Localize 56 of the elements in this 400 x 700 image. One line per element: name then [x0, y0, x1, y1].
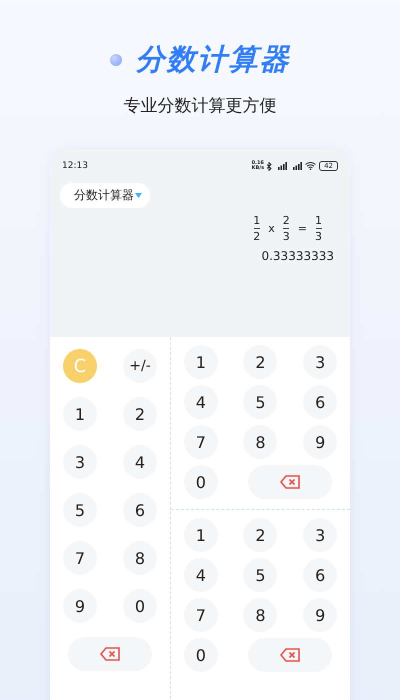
key-button[interactable]: 5 — [243, 385, 278, 419]
numerator: 2 — [282, 214, 290, 227]
key-button[interactable]: 7 — [63, 541, 97, 575]
key-button[interactable]: 6 — [123, 493, 157, 527]
backspace-button[interactable] — [248, 638, 332, 672]
headline: 分数计算器 — [136, 41, 290, 78]
key-button[interactable]: 3 — [63, 445, 97, 479]
key-button[interactable]: 0 — [184, 465, 218, 499]
key-button[interactable]: 9 — [63, 589, 97, 623]
backspace-button[interactable] — [68, 637, 152, 671]
operator: x — [268, 222, 275, 235]
backspace-button[interactable] — [248, 465, 332, 499]
key-button[interactable]: 4 — [184, 385, 218, 419]
mode-dropdown[interactable]: 分数计算器 — [60, 183, 150, 208]
key-button[interactable]: 1 — [184, 345, 218, 379]
backspace-icon — [280, 648, 300, 662]
key-button[interactable]: 5 — [63, 493, 97, 527]
key-button[interactable]: 2 — [243, 345, 278, 379]
key-button[interactable]: 7 — [184, 598, 218, 632]
key-button[interactable]: 6 — [303, 558, 338, 592]
numerator: 1 — [315, 214, 322, 227]
decimal-result: 0.33333333 — [261, 249, 334, 263]
key-button[interactable]: 0 — [184, 638, 218, 672]
operator: = — [298, 222, 307, 235]
subtitle: 专业分数计算更方便 — [124, 95, 276, 117]
bluetooth-icon — [267, 162, 272, 170]
backspace-icon — [100, 647, 120, 661]
key-button[interactable]: 6 — [303, 385, 338, 419]
key-button[interactable]: 1 — [184, 518, 218, 552]
key-button[interactable]: 3 — [303, 518, 338, 552]
signal-icon — [275, 162, 288, 170]
key-button[interactable]: +/- — [123, 349, 157, 383]
status-time: 12:13 — [62, 161, 88, 171]
key-button[interactable]: 0 — [123, 589, 157, 623]
key-button[interactable]: 2 — [123, 397, 157, 431]
wifi-icon — [305, 162, 316, 170]
key-button[interactable]: 8 — [123, 541, 157, 575]
signal-icon — [290, 162, 302, 170]
denominator: 3 — [315, 230, 322, 243]
key-button[interactable]: 5 — [243, 558, 278, 592]
key-button[interactable]: 9 — [303, 425, 338, 459]
denominator: 3 — [282, 230, 290, 243]
key-button[interactable]: 9 — [303, 598, 338, 632]
key-button[interactable]: 7 — [184, 425, 218, 459]
key-button[interactable]: 1 — [63, 397, 97, 431]
key-button[interactable]: 4 — [123, 445, 157, 479]
key-button[interactable]: 8 — [243, 425, 278, 459]
key-button[interactable]: 2 — [243, 518, 278, 552]
backspace-icon — [280, 475, 300, 489]
key-button[interactable]: 8 — [243, 598, 278, 632]
key-button[interactable]: 4 — [184, 558, 218, 592]
dot-icon — [110, 54, 122, 66]
denominator: 2 — [253, 230, 260, 243]
key-button[interactable]: 3 — [303, 345, 338, 379]
numerator: 1 — [253, 214, 260, 227]
caret-icon — [135, 193, 142, 198]
